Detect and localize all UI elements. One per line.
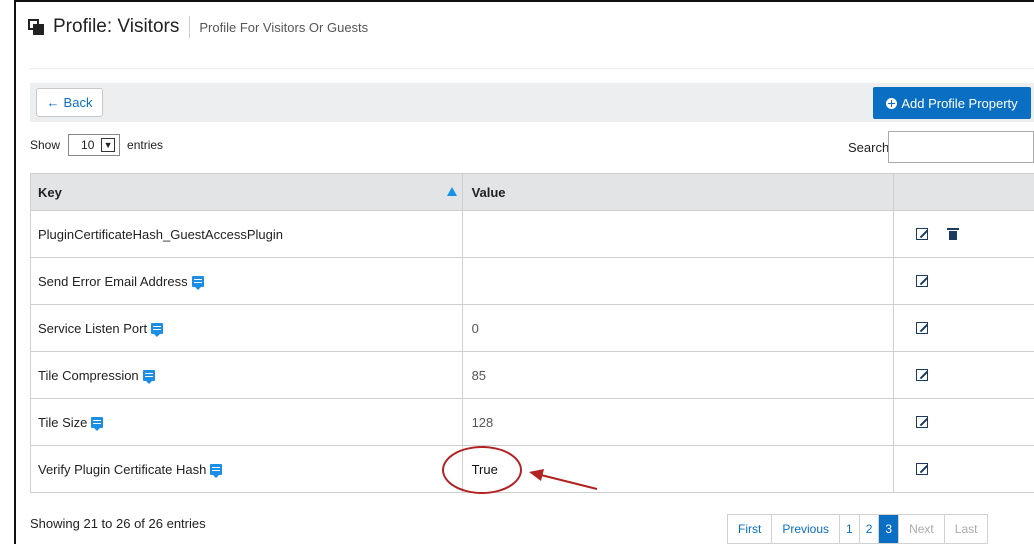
table-row: Verify Plugin Certificate Hash True xyxy=(31,446,1034,493)
length-prefix: Show xyxy=(30,138,61,152)
add-button-label: Add Profile Property xyxy=(901,95,1018,111)
column-header-value[interactable]: Value xyxy=(463,174,895,210)
actions-cell xyxy=(894,258,1034,304)
search-input[interactable] xyxy=(888,131,1034,163)
edit-icon[interactable] xyxy=(916,322,929,334)
column-header-value-label: Value xyxy=(471,184,506,200)
back-button[interactable]: ← Back xyxy=(36,88,103,117)
actions-cell xyxy=(894,399,1034,445)
arrow-left-icon: ← xyxy=(46,95,60,110)
search-label: Search: xyxy=(848,140,893,155)
length-suffix: entries xyxy=(127,138,164,152)
page-title: Profile: Visitors xyxy=(53,16,180,37)
key-cell: Send Error Email Address xyxy=(31,258,463,304)
back-button-label: Back xyxy=(63,95,93,110)
key-text: Tile Size xyxy=(38,414,88,430)
page-previous-button[interactable]: Previous xyxy=(772,515,841,543)
actions-cell xyxy=(894,305,1034,351)
key-cell: Tile Compression xyxy=(31,352,463,398)
value-text: 85 xyxy=(471,367,487,383)
edit-icon[interactable] xyxy=(916,275,929,287)
window-border-top xyxy=(14,0,1034,2)
page-1-button[interactable]: 1 xyxy=(840,515,860,543)
value-text: 128 xyxy=(471,414,494,430)
key-cell: Service Listen Port xyxy=(31,305,463,351)
edit-icon[interactable] xyxy=(916,369,929,381)
pagination: First Previous 1 2 3 Next Last xyxy=(727,514,989,544)
column-header-actions xyxy=(894,174,1034,210)
key-cell: PluginCertificateHash_GuestAccessPlugin xyxy=(31,211,463,257)
table-row: Tile Compression 85 xyxy=(31,352,1034,399)
value-text: 0 xyxy=(471,320,479,336)
value-cell xyxy=(463,211,895,257)
page-3-button[interactable]: 3 xyxy=(879,515,900,543)
table-row: Service Listen Port 0 xyxy=(31,305,1034,352)
page-next-button: Next xyxy=(899,515,945,543)
value-cell xyxy=(463,258,895,304)
key-cell: Tile Size xyxy=(31,399,463,445)
table-row: PluginCertificateHash_GuestAccessPlugin xyxy=(31,211,1034,258)
entries-per-page-select[interactable]: 10 ▼ xyxy=(68,134,121,156)
key-text: PluginCertificateHash_GuestAccessPlugin xyxy=(38,226,283,242)
trash-icon[interactable] xyxy=(947,228,960,240)
title-divider xyxy=(189,16,191,38)
page-header: Profile: Visitors Profile For Visitors O… xyxy=(28,12,368,42)
table-info: Showing 21 to 26 of 26 entries xyxy=(30,516,206,531)
toolbar: ← Back Add Profile Property xyxy=(30,83,1034,122)
edit-icon[interactable] xyxy=(916,416,929,428)
entries-per-page-value: 10 xyxy=(81,138,95,152)
add-profile-property-button[interactable]: Add Profile Property xyxy=(873,87,1031,119)
plus-circle-icon xyxy=(886,97,898,109)
chevron-down-icon: ▼ xyxy=(101,138,116,152)
comment-icon[interactable] xyxy=(142,369,155,384)
value-cell: 85 xyxy=(463,352,895,398)
comment-icon[interactable] xyxy=(191,275,204,290)
edit-icon[interactable] xyxy=(916,463,929,475)
column-header-key-label: Key xyxy=(38,184,62,200)
value-cell: 0 xyxy=(463,305,895,351)
table-row: Send Error Email Address xyxy=(31,258,1034,305)
page-first-button[interactable]: First xyxy=(728,515,773,543)
comment-icon[interactable] xyxy=(91,416,104,431)
sort-asc-icon xyxy=(446,187,457,196)
value-cell: 128 xyxy=(463,399,895,445)
table-header-row: Key Value xyxy=(31,174,1034,211)
edit-icon[interactable] xyxy=(916,228,929,240)
window-border-left xyxy=(14,0,16,544)
key-text: Send Error Email Address xyxy=(38,273,188,289)
key-text: Tile Compression xyxy=(38,367,139,383)
profile-icon xyxy=(28,19,44,35)
table-row: Tile Size 128 xyxy=(31,399,1034,446)
actions-cell xyxy=(894,211,1034,257)
page-last-button: Last xyxy=(944,515,989,543)
page-subtitle: Profile For Visitors Or Guests xyxy=(199,19,369,35)
comment-icon[interactable] xyxy=(151,322,164,337)
key-cell: Verify Plugin Certificate Hash xyxy=(31,446,463,492)
page-2-button[interactable]: 2 xyxy=(859,515,880,543)
key-text: Service Listen Port xyxy=(38,320,148,336)
key-text: Verify Plugin Certificate Hash xyxy=(38,461,207,477)
actions-cell xyxy=(894,352,1034,398)
comment-icon[interactable] xyxy=(210,463,223,478)
entries-length-control: Show 10 ▼ entries xyxy=(30,133,163,157)
profile-properties-table: Key Value PluginCertificateHash_GuestAcc… xyxy=(30,173,1034,493)
column-header-key[interactable]: Key xyxy=(31,174,463,210)
header-divider xyxy=(30,68,1034,69)
actions-cell xyxy=(894,446,1034,492)
value-cell: True xyxy=(463,446,895,492)
value-text: True xyxy=(471,461,498,477)
